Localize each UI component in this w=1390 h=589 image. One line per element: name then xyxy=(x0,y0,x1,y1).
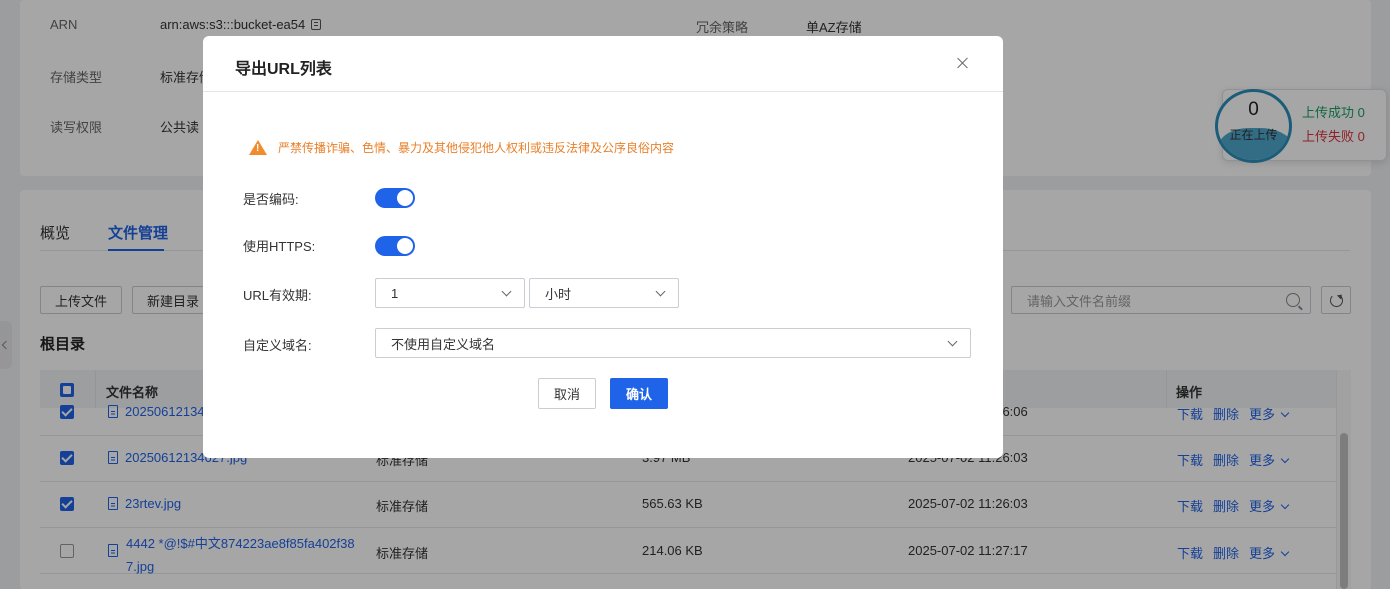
custom-domain-select[interactable]: 不使用自定义域名 xyxy=(375,328,971,358)
encode-toggle[interactable] xyxy=(375,188,415,208)
warning-notice: 严禁传播诈骗、色情、暴力及其他侵犯他人权利或违反法律及公序良俗内容 xyxy=(249,139,674,156)
chevron-down-icon xyxy=(655,286,666,297)
https-label: 使用HTTPS: xyxy=(243,239,316,254)
warning-icon xyxy=(249,140,267,155)
chevron-down-icon xyxy=(947,336,958,347)
chevron-down-icon xyxy=(501,286,512,297)
https-toggle[interactable] xyxy=(375,236,415,256)
validity-unit-select[interactable]: 小时 xyxy=(529,278,679,308)
warning-text: 严禁传播诈骗、色情、暴力及其他侵犯他人权利或违反法律及公序良俗内容 xyxy=(278,141,675,155)
validity-label: URL有效期: xyxy=(243,288,312,303)
export-url-dialog: 导出URL列表 严禁传播诈骗、色情、暴力及其他侵犯他人权利或违反法律及公序良俗内… xyxy=(203,36,1003,458)
close-icon[interactable] xyxy=(955,55,971,71)
validity-value-select[interactable]: 1 xyxy=(375,278,525,308)
cancel-button[interactable]: 取消 xyxy=(538,378,596,409)
domain-label: 自定义域名: xyxy=(243,338,312,353)
dialog-header-divider xyxy=(203,91,1003,92)
encode-label: 是否编码: xyxy=(243,192,299,207)
confirm-button[interactable]: 确认 xyxy=(610,378,668,409)
dialog-title: 导出URL列表 xyxy=(235,61,332,78)
